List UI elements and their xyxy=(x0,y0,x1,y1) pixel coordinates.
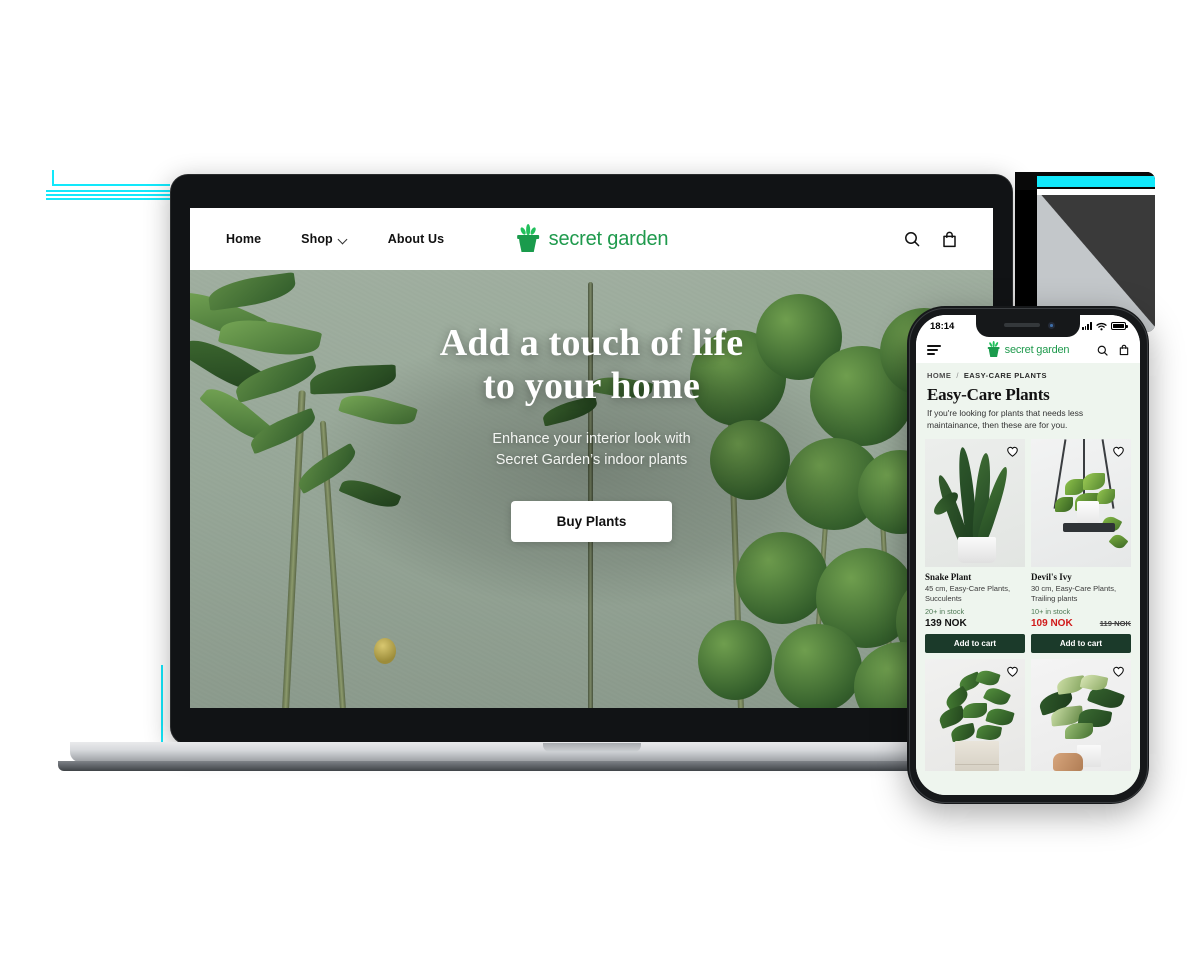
favorite-heart-icon[interactable] xyxy=(1006,665,1019,678)
nav-item-shop[interactable]: Shop xyxy=(301,232,348,246)
brand-logo[interactable]: secret garden xyxy=(515,224,669,254)
cyan-artifact-right xyxy=(1037,176,1155,187)
hero-content: Add a touch of life to your home Enhance… xyxy=(190,322,993,543)
shopping-bag-icon[interactable] xyxy=(942,231,957,248)
cellular-icon xyxy=(1081,322,1092,330)
nav-item-about-us[interactable]: About Us xyxy=(388,232,444,246)
phone-mockup: 18:14 secret garden HOME / EASY-CARE PLA… xyxy=(907,306,1149,804)
phone-notch xyxy=(976,315,1080,337)
product-name: Snake Plant xyxy=(925,572,972,583)
add-to-cart-button[interactable]: Add to cart xyxy=(1031,634,1131,654)
breadcrumb-separator: / xyxy=(956,371,959,380)
search-icon[interactable] xyxy=(904,231,920,247)
breadcrumb: HOME / EASY-CARE PLANTS xyxy=(916,363,1140,385)
laptop-trackpad-notch xyxy=(543,743,641,752)
hero-title-line-2: to your home xyxy=(482,364,701,407)
plant-pot-logo-icon xyxy=(987,341,1001,358)
wifi-icon xyxy=(1096,322,1107,330)
laptop-mockup: Home Shop About Us secret garden Add a t… xyxy=(58,174,1125,771)
hero-subtitle-line-1: Enhance your interior look with xyxy=(492,431,691,448)
phone-header: secret garden xyxy=(916,337,1140,363)
header-icons xyxy=(904,231,957,248)
earpiece-speaker xyxy=(1004,323,1040,327)
phone-brand-logo[interactable]: secret garden xyxy=(987,341,1070,358)
nav-item-home[interactable]: Home xyxy=(226,232,261,246)
shopping-bag-icon[interactable] xyxy=(1119,344,1129,356)
product-grid: Snake Plant 45 cm, Easy-Care Plants, Suc… xyxy=(916,431,1140,772)
nav-label-home: Home xyxy=(226,232,262,246)
site-header: Home Shop About Us secret garden xyxy=(190,208,993,270)
status-time: 18:14 xyxy=(930,320,955,332)
main-nav: Home Shop About Us xyxy=(226,232,444,246)
plant-pot-logo-icon xyxy=(515,224,541,254)
product-image-snake-plant[interactable] xyxy=(925,439,1025,568)
chevron-down-icon xyxy=(339,235,348,244)
favorite-heart-icon[interactable] xyxy=(1112,445,1125,458)
favorite-heart-icon[interactable] xyxy=(1006,445,1019,458)
product-image-variegated-plant[interactable] xyxy=(1031,659,1131,772)
add-to-cart-button[interactable]: Add to cart xyxy=(925,634,1025,654)
product-price-original: 119 NOK xyxy=(1099,619,1131,629)
favorite-heart-icon[interactable] xyxy=(1112,665,1125,678)
product-price: 139 NOK xyxy=(925,618,967,630)
product-price-sale: 109 NOK xyxy=(1031,618,1073,630)
product-stock: 10+ in stock xyxy=(1031,607,1071,617)
scene: Home Shop About Us secret garden Add a t… xyxy=(0,0,1200,960)
product-meta: 30 cm, Easy-Care Plants, Trailing plants xyxy=(1031,584,1117,604)
search-icon[interactable] xyxy=(1097,345,1108,356)
phone-content: HOME / EASY-CARE PLANTS Easy-Care Plants… xyxy=(916,363,1140,795)
hero-title: Add a touch of life to your home xyxy=(440,322,744,407)
page-description: If you're looking for plants that needs … xyxy=(927,408,1084,430)
buy-plants-button[interactable]: Buy Plants xyxy=(511,501,672,543)
laptop-screen: Home Shop About Us secret garden Add a t… xyxy=(190,208,993,708)
hero-subtitle-line-2: Secret Garden’s indoor plants xyxy=(495,452,688,469)
hero-title-line-1: Add a touch of life xyxy=(439,322,744,364)
product-card[interactable] xyxy=(925,659,1025,772)
product-image-potted-plant[interactable] xyxy=(925,659,1025,772)
front-camera-icon xyxy=(1048,322,1055,329)
phone-screen: 18:14 secret garden HOME / EASY-CARE PLA… xyxy=(916,315,1140,795)
hamburger-icon[interactable] xyxy=(927,345,941,355)
page-title: Easy-Care Plants xyxy=(927,385,1050,404)
product-card[interactable]: Snake Plant 45 cm, Easy-Care Plants, Suc… xyxy=(925,439,1025,654)
hero-section: Add a touch of life to your home Enhance… xyxy=(190,270,993,708)
product-card[interactable] xyxy=(1031,659,1131,772)
product-image-devils-ivy[interactable] xyxy=(1031,439,1131,568)
product-name: Devil's Ivy xyxy=(1031,572,1072,583)
breadcrumb-current: EASY-CARE PLANTS xyxy=(963,371,1047,380)
nav-label-shop: Shop xyxy=(301,232,333,246)
product-meta: 45 cm, Easy-Care Plants, Succulents xyxy=(925,584,1011,604)
battery-icon xyxy=(1111,322,1128,330)
phone-brand-name: secret garden xyxy=(1004,344,1070,356)
hero-subtitle: Enhance your interior look with Secret G… xyxy=(492,429,690,471)
product-stock: 20+ in stock xyxy=(925,607,965,617)
nav-label-about: About Us xyxy=(387,232,445,246)
product-card[interactable]: Devil's Ivy 30 cm, Easy-Care Plants, Tra… xyxy=(1031,439,1131,654)
breadcrumb-home[interactable]: HOME xyxy=(927,371,951,380)
brand-name: secret garden xyxy=(548,227,669,250)
